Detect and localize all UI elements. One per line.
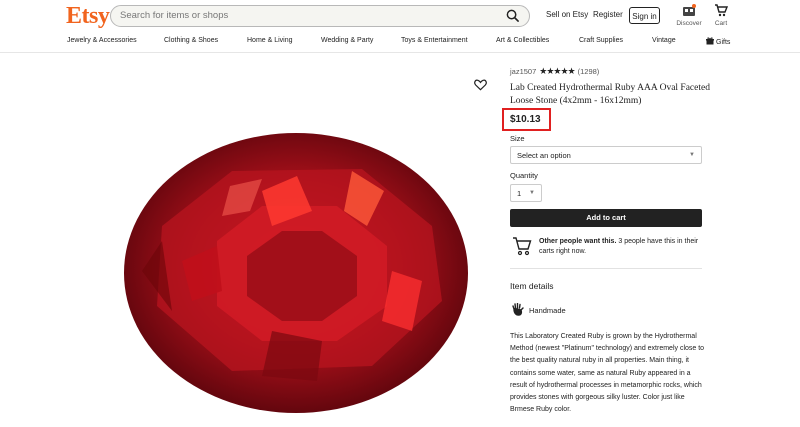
gift-icon xyxy=(706,37,714,47)
product-description: This Laboratory Created Ruby is grown by… xyxy=(510,333,705,414)
size-label: Size xyxy=(510,134,525,143)
discover-button[interactable]: Discover xyxy=(676,4,702,27)
divider xyxy=(510,268,702,269)
nav-clothing[interactable]: Clothing & Shoes xyxy=(164,37,218,44)
review-count[interactable]: (1298) xyxy=(578,67,600,76)
register-link[interactable]: Register xyxy=(593,10,623,19)
favorite-heart-icon[interactable] xyxy=(474,78,487,96)
quantity-value: 1 xyxy=(517,189,522,198)
site-header: Etsy Search for items or shops Sell on E… xyxy=(0,0,800,53)
nav-art[interactable]: Art & Collectibles xyxy=(496,37,549,44)
product-info: jaz1507 ★★★★★ (1298) xyxy=(510,66,702,77)
hand-icon xyxy=(512,302,524,318)
product-title: Lab Created Hydrothermal Ruby AAA Oval F… xyxy=(510,83,710,106)
nav-home-living[interactable]: Home & Living xyxy=(247,37,293,44)
search-input[interactable]: Search for items or shops xyxy=(110,5,530,27)
size-select-value: Select an option xyxy=(517,151,571,160)
shop-name-link[interactable]: jaz1507 xyxy=(510,67,536,76)
nav-vintage[interactable]: Vintage xyxy=(652,37,676,44)
rating-stars: ★★★★★ xyxy=(539,66,575,76)
discover-label: Discover xyxy=(676,20,702,27)
nav-toys[interactable]: Toys & Entertainment xyxy=(401,37,468,44)
nav-gifts[interactable]: Gifts xyxy=(706,37,730,47)
shopping-cart-icon xyxy=(512,236,532,261)
handmade-label: Handmade xyxy=(529,306,566,315)
nav-craft[interactable]: Craft Supplies xyxy=(579,37,623,44)
cart-icon xyxy=(714,4,729,19)
nav-gifts-label: Gifts xyxy=(716,38,731,46)
shop-rating-row: jaz1507 ★★★★★ (1298) xyxy=(510,66,702,77)
others-want-text: Other people want this. 3 people have th… xyxy=(539,237,704,257)
sign-in-button[interactable]: Sign in xyxy=(629,7,660,24)
others-want-bold: Other people want this. xyxy=(539,238,617,245)
product-price: $10.13 xyxy=(510,114,541,125)
chevron-down-icon: ▼ xyxy=(529,190,535,196)
quantity-select[interactable]: 1 ▼ xyxy=(510,184,542,202)
add-to-cart-button[interactable]: Add to cart xyxy=(510,209,702,227)
etsy-logo[interactable]: Etsy xyxy=(66,3,110,30)
handmade-row: Handmade xyxy=(512,302,566,318)
product-image[interactable] xyxy=(122,131,470,420)
quantity-label: Quantity xyxy=(510,171,538,180)
nav-jewelry[interactable]: Jewelry & Accessories xyxy=(67,37,137,44)
nav-wedding[interactable]: Wedding & Party xyxy=(321,37,373,44)
cart-button[interactable]: Cart xyxy=(711,4,731,27)
discover-icon xyxy=(682,4,696,19)
size-select[interactable]: Select an option ▼ xyxy=(510,146,702,164)
cart-label: Cart xyxy=(714,20,728,27)
search-placeholder: Search for items or shops xyxy=(120,10,229,21)
sell-on-etsy-link[interactable]: Sell on Etsy xyxy=(546,10,588,19)
chevron-down-icon: ▼ xyxy=(689,152,695,158)
item-details-heading[interactable]: Item details xyxy=(510,281,553,291)
search-icon[interactable] xyxy=(506,9,519,27)
